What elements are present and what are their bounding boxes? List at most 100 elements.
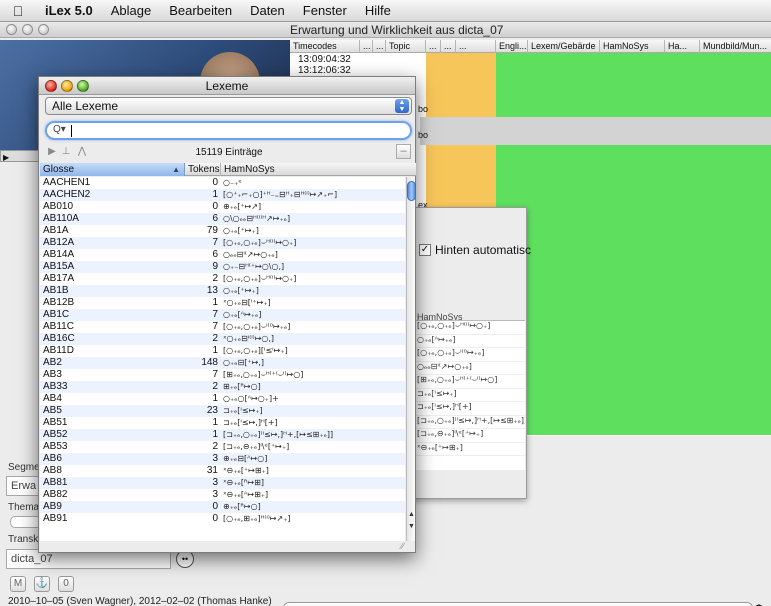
inspector-list[interactable]: [○₊ₑ,○₊ₑ]⌣ᴴ⁽ᴵ⁾↦○₊] ○₊ₑ[ᴬ↦₊ₑ] [○₊ₑ,○₊ₑ]⌣ᴵ… — [413, 320, 525, 470]
col-e[interactable]: ... — [456, 40, 496, 53]
table-row[interactable]: AB1A 79 ○₊ₑ[⁺↦₊] — [40, 225, 405, 237]
lexeme-titlebar[interactable]: Lexeme — [39, 77, 415, 95]
table-row[interactable]: AB12A 7 [○₊ₑ,○₊ₑ]⌣ᴴ⁽ᴵ⁾↦○₊] — [40, 237, 405, 249]
tokens-cell: 1 — [212, 429, 218, 440]
list-item[interactable]: ○ₑₑ⊟ᴵ⁽↗↦○₊ₑ] — [413, 362, 525, 375]
table-row[interactable]: AB91 0 [○₊ₑ,⊞₊ₑ]ᴴ⁽ᴵ⁾↦↗₊] — [40, 513, 405, 525]
apple-menu-icon[interactable]:  — [0, 3, 36, 19]
table-row[interactable]: AACHEN2 1 [○⁺₊⌐₊○]⁺ᴴ₋₌⊟ᴴ₊⊟ᴴ⁽ᴵ⁾↦↗₊⌐] — [40, 189, 405, 201]
table-row[interactable]: AB010 0 ⊕₊ₑ[⁺↦↗] — [40, 201, 405, 213]
lexeme-band-green-1[interactable] — [496, 53, 771, 117]
table-row[interactable]: AB14A 6 ○ₑₑ⊟ᴵ⁽↗↦○₊ₑ] — [40, 249, 405, 261]
m-button[interactable]: M — [10, 576, 26, 592]
table-row[interactable]: AB1C 7 ○₊ₑ[ᴬ↦₊ₑ] — [40, 309, 405, 321]
table-row[interactable]: AB17A 2 [○₊ₑ,○₊ₑ]⌣ᴴ⁽ᴵ⁾↦○₊] — [40, 273, 405, 285]
hierarchy-icon[interactable]: ⋀ — [75, 145, 89, 159]
col-b[interactable]: ... — [373, 40, 386, 53]
col-tokens[interactable]: Tokens — [185, 163, 221, 176]
zoom-icon[interactable] — [38, 24, 49, 35]
anchor-icon[interactable]: ⚓ — [34, 576, 50, 592]
table-row[interactable]: AB51 1 ⊐₊ₑ[ᴵ≤↦,]ᴴ[+] — [40, 417, 405, 429]
play-icon[interactable]: ▶ — [45, 145, 59, 159]
topic-band-orange[interactable] — [426, 53, 496, 117]
scroll-thumb[interactable] — [407, 181, 416, 201]
list-item[interactable]: [○₊ₑ,○₊ₑ]⌣ᴴ⁽ᴵ⁾↦○₊] — [413, 321, 525, 335]
search-icon[interactable]: Q▾ — [53, 124, 66, 135]
updown-arrows-icon[interactable]: ▲ ▼ — [395, 99, 409, 113]
col-lexem[interactable]: Lexem/Gebärde — [528, 40, 600, 53]
menu-daten[interactable]: Daten — [241, 3, 294, 18]
table-row[interactable]: AB5 23 ⊐₊ₑ[ᴵ≤↦₊] — [40, 405, 405, 417]
table-row[interactable]: AB12B 1 ˣ○₊ₑ⊟[ᴵ⁺↦₊] — [40, 297, 405, 309]
col-c[interactable]: ... — [426, 40, 441, 53]
glosse-cell: AB11C — [43, 321, 74, 332]
list-item[interactable]: ⊐₊ₑ[ᴵ≤↦₊] — [413, 389, 525, 402]
table-row[interactable]: AB82 3 ˣ⊖₊ₑ[ᴬ↦⊞₊] — [40, 489, 405, 501]
zoom-icon[interactable] — [77, 80, 89, 92]
table-row[interactable]: AB53 2 [⊐₊ₑ,⊖₊ₑ]ᴵ\ᵉ[⁺↦₊] — [40, 441, 405, 453]
table-row[interactable]: AB1B 13 ○₊ₑ[⁺↦₊] — [40, 285, 405, 297]
table-row[interactable]: AB11D 1 [○₊ₑ,○₊ₑ][ᴵ≤ᴵ↦₊] — [40, 345, 405, 357]
vertical-scrollbar[interactable]: ▲ ▼ — [406, 177, 416, 541]
hamnosys-cell: ○₊ₑ[ᴬ↦₊ₑ] — [223, 310, 262, 319]
menu-bearbeiten[interactable]: Bearbeiten — [160, 3, 241, 18]
horizontal-scrollbar[interactable] — [283, 602, 753, 606]
list-item[interactable]: [⊞₊ₑ,○₊ₑ]⌣ᴴ⁽⁺⁽⌣ᴵ⁾↦○] — [413, 375, 525, 389]
lexeme-table[interactable]: AACHEN1 0 ○₋₊ᵉ AACHEN2 1 [○⁺₊⌐₊○]⁺ᴴ₋₌⊟ᴴ₊⊟ᴴ⁽ᴵ⁾… — [40, 177, 405, 541]
col-timecodes[interactable]: Timecodes — [290, 40, 360, 53]
table-row[interactable]: AB33 2 ⊞₊ₑ[ᴿ↦○] — [40, 381, 405, 393]
scroll-arrows-icon[interactable]: ◀▶ — [752, 602, 768, 606]
col-hamnosys[interactable]: HamNoSys — [600, 40, 665, 53]
list-item[interactable]: [⊐₊ₑ,○₊ₑ]⁽ᴵ≤↦,]ᴴ+,[↦≤⊞₊ₑ]] — [413, 416, 525, 429]
table-row[interactable]: AB8 31 ˣ⊖₊ₑ[⁺↦⊞₊] — [40, 465, 405, 477]
col-hamnosys[interactable]: HamNoSys — [221, 163, 417, 176]
lexeme-band-green-2[interactable] — [496, 145, 771, 435]
list-item[interactable]: ⊐₊ₑ[ᴵ≤↦,]ᴴ[+] — [413, 402, 525, 416]
menu-hilfe[interactable]: Hilfe — [356, 3, 400, 18]
close-icon[interactable] — [45, 80, 57, 92]
list-item[interactable]: [○₊ₑ,○₊ₑ]⌣ᴵ⁽ᴵ⁾↦₊ₑ] — [413, 348, 525, 362]
col-ha[interactable]: Ha... — [665, 40, 700, 53]
play-icon[interactable]: ▶ — [1, 153, 9, 162]
menu-fenster[interactable]: Fenster — [294, 3, 356, 18]
table-row[interactable]: AB15A 9 ○₊₋⊟ᴴ⁽⁺↦○\○,] — [40, 261, 405, 273]
scroll-down-icon[interactable]: ▼ — [407, 523, 416, 530]
table-row[interactable]: AB52 1 [⊐₊ₑ,○₊ₑ]⁽ᴵ≤↦,]ᴴ+,[↦≤⊞₊ₑ]] — [40, 429, 405, 441]
col-english[interactable]: Engli... — [496, 40, 528, 53]
col-d[interactable]: ... — [441, 40, 456, 53]
list-item[interactable]: ○₊ₑ[ᴬ↦₊ₑ] — [413, 335, 525, 348]
col-a[interactable]: ... — [360, 40, 373, 53]
table-row[interactable]: AB16C 2 ˣ○₊ₑ⊟ᴵ⁽ᴵ⁾↦○,] — [40, 333, 405, 345]
glosse-cell: AB5 — [43, 405, 62, 416]
close-icon[interactable] — [6, 24, 17, 35]
minimize-icon[interactable] — [22, 24, 33, 35]
table-row[interactable]: AB6 3 ⊕₊ₑ⊟[ᴬ↦○] — [40, 453, 405, 465]
table-row[interactable]: AB3 7 [⊞₊ₑ,○₊ₑ]⌣ᴴ⁽⁺⁽⌣ᴵ⁾↦○] — [40, 369, 405, 381]
hamnosys-cell: [○₊ₑ,○₊ₑ][ᴵ≤ᴵ↦₊] — [223, 346, 288, 355]
tokens-cell: 2 — [212, 333, 218, 344]
minimize-icon[interactable] — [61, 80, 73, 92]
table-row[interactable]: AB4 1 ○₊ₑ○[ᴬ↦○₊]+ — [40, 393, 405, 405]
menu-ablage[interactable]: Ablage — [102, 3, 160, 18]
table-row[interactable]: AACHEN1 0 ○₋₊ᵉ — [40, 177, 405, 189]
hinten-checkbox[interactable]: ✓ — [419, 244, 431, 256]
table-row[interactable]: AB81 3 ˣ⊖₊ₑ[ᴿ↦⊞] — [40, 477, 405, 489]
lexeme-search-input[interactable]: Q▾ — [45, 121, 412, 140]
list-item[interactable]: [⊐₊ₑ,⊖₊ₑ]ᴵ\ᵉ[⁺↦₊] — [413, 429, 525, 443]
col-glosse[interactable]: Glosse ▲ — [40, 163, 185, 176]
zero-button[interactable]: 0 — [58, 576, 74, 592]
scroll-up-icon[interactable]: ▲ — [407, 511, 416, 518]
tree-icon[interactable]: ⊥ — [59, 145, 73, 159]
table-row[interactable]: AB2 148 ○₊ₑ⊟[⁺↦,] — [40, 357, 405, 369]
menu-app[interactable]: iLex 5.0 — [36, 3, 102, 18]
table-row[interactable]: AB110A 6 ○\○ₑₑ⊟ᴴ⁽ᴵ⁾ᴴ↗↦₊ₑ] — [40, 213, 405, 225]
table-row[interactable]: AB11C 7 [○₊ₑ,○₊ₑ]⌣ᴵ⁽ᴵ⁾↦₊ₑ] — [40, 321, 405, 333]
resize-grip-icon[interactable]: ∕∕ — [401, 541, 404, 551]
col-topic[interactable]: Topic — [386, 40, 426, 53]
table-row[interactable]: AB9 0 ⊕₊ₑ[ᴿ↦○] — [40, 501, 405, 513]
lexeme-filter-select[interactable]: Alle Lexeme ▲ ▼ — [45, 97, 412, 115]
remove-button[interactable]: – — [396, 144, 411, 159]
list-item[interactable]: ˣ⊖₊ₑ[⁺↦⊞₊] — [413, 443, 525, 456]
tokens-cell: 1 — [212, 345, 218, 356]
col-mundbild[interactable]: Mundbild/Mun... — [700, 40, 771, 53]
